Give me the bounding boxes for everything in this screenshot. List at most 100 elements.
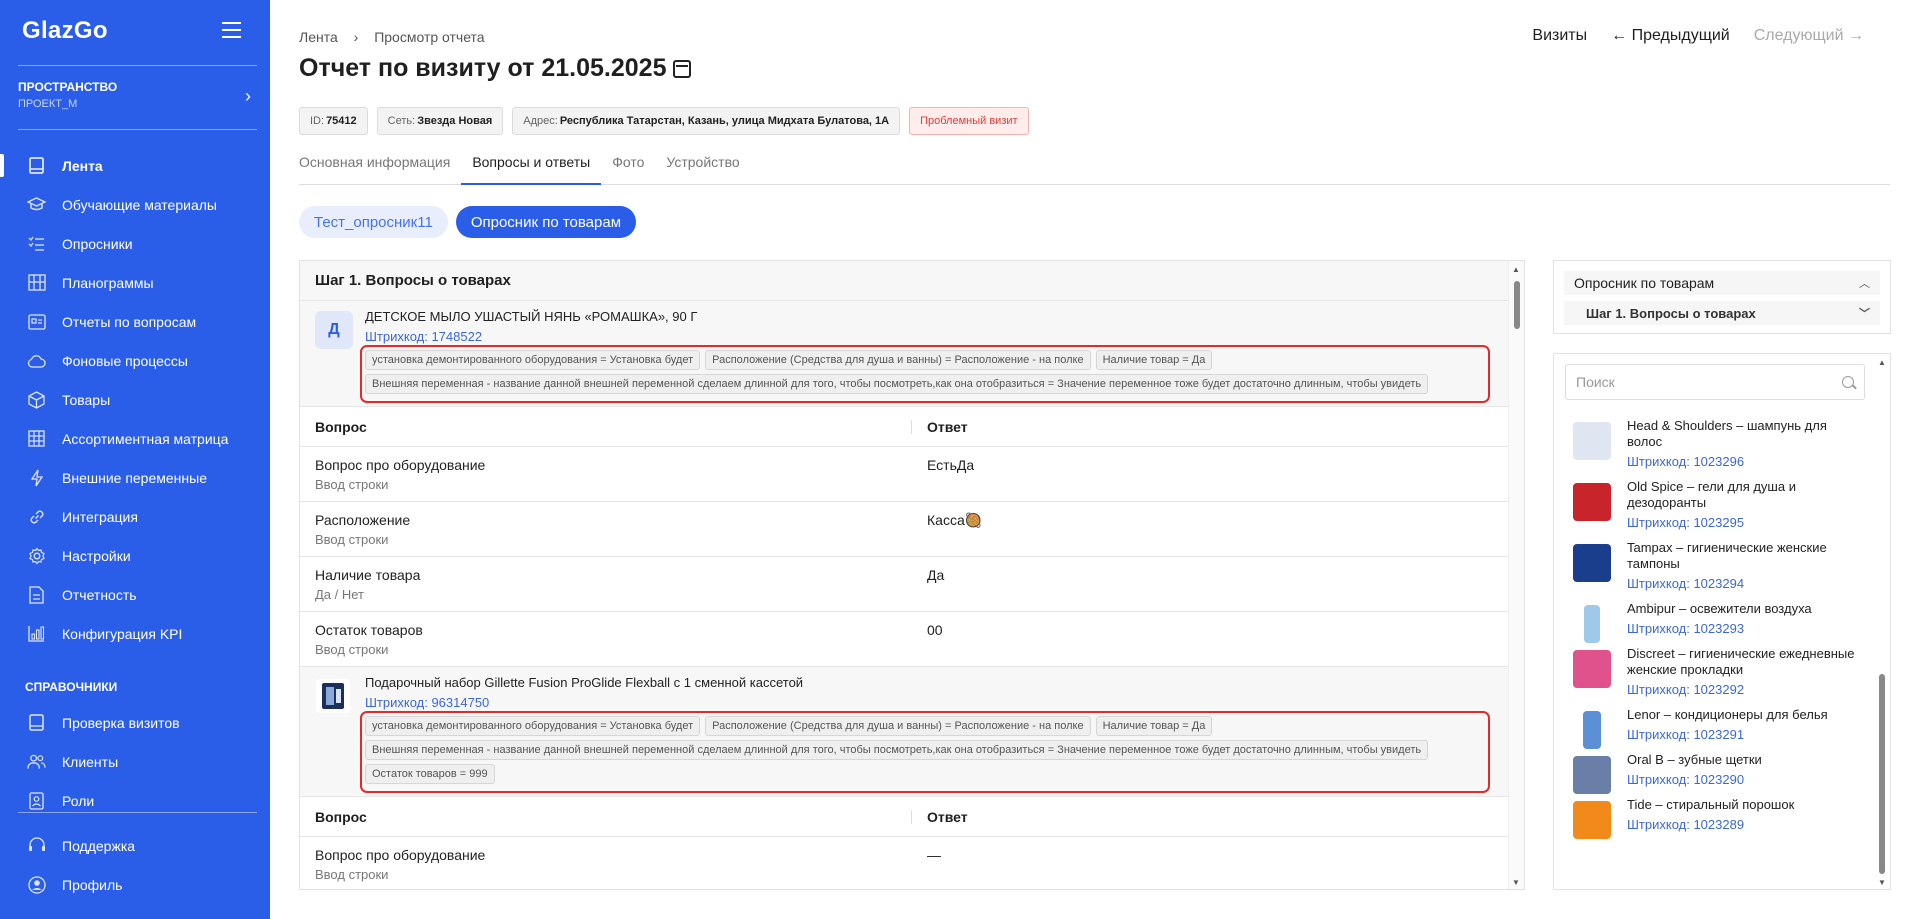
- scroll-up-icon[interactable]: ▲: [1878, 358, 1886, 367]
- list-item[interactable]: Ambipur – освежители воздуха Штрихкод: 1…: [1554, 601, 1874, 643]
- panel-scrollbar[interactable]: ▲ ▼: [1508, 261, 1524, 889]
- attribute-chip: Наличие товар = Да: [1095, 716, 1213, 736]
- sidebar-item-external-variables[interactable]: Внешние переменные: [0, 458, 270, 497]
- list-item[interactable]: Tampax – гигиенические женские тампоны Ш…: [1554, 540, 1874, 591]
- step-accordion[interactable]: Шаг 1. Вопросы о товарах ﹀: [1564, 301, 1880, 325]
- tab-main-info[interactable]: Основная информация: [299, 150, 461, 185]
- headset-icon: [27, 836, 46, 855]
- sidebar-item-assortment-matrix[interactable]: Ассортиментная матрица: [0, 419, 270, 458]
- page-title-text: Отчет по визиту от 21.05.2025: [299, 54, 667, 82]
- search-input[interactable]: Поиск: [1565, 364, 1865, 400]
- scroll-down-icon[interactable]: ▼: [1512, 878, 1520, 887]
- attribute-chip: Расположение (Средства для душа и ванны)…: [705, 716, 1091, 736]
- list-item[interactable]: Oral B – зубные щетки Штрихкод: 1023290: [1554, 752, 1874, 794]
- sidebar-item-profile[interactable]: Профиль: [0, 865, 270, 904]
- product-name: Подарочный набор Gillette Fusion ProGlid…: [365, 675, 804, 690]
- product-name: Tide – стиральный порошок: [1627, 797, 1795, 812]
- survey-outline: Опросник по товарам ︿ Шаг 1. Вопросы о т…: [1553, 260, 1891, 334]
- product-name: Old Spice – гели для душа и дезодоранты: [1627, 479, 1796, 510]
- visits-link[interactable]: Визиты: [1532, 27, 1587, 45]
- survey-chip-test[interactable]: Тест_опросник11: [299, 206, 448, 238]
- menu-icon[interactable]: [222, 22, 241, 38]
- product-name: Discreet – гигиенические ежедневные женс…: [1627, 646, 1855, 677]
- workspace-project: ПРОЕКТ_М: [18, 98, 78, 110]
- tab-questions-answers[interactable]: Вопросы и ответы: [461, 150, 602, 185]
- logo: GlazGo: [22, 17, 108, 44]
- calendar-icon[interactable]: [672, 59, 691, 78]
- search-icon: [1842, 376, 1854, 388]
- sidebar-item-clients[interactable]: Клиенты: [0, 742, 270, 781]
- product-name: Tampax – гигиенические женские тампоны: [1627, 540, 1827, 571]
- list-item[interactable]: Tide – стиральный порошок Штрихкод: 1023…: [1554, 797, 1874, 839]
- next-button[interactable]: Следующий →: [1754, 27, 1864, 45]
- sidebar-item-support[interactable]: Поддержка: [0, 826, 270, 865]
- sidebar-item-label: Профиль: [62, 876, 123, 893]
- accordion-step-title: Шаг 1. Вопросы о товарах: [1586, 305, 1756, 321]
- product-thumbnail: [1573, 801, 1611, 839]
- tab-device[interactable]: Устройство: [655, 150, 750, 185]
- scrollbar-thumb[interactable]: [1879, 674, 1885, 874]
- survey-accordion[interactable]: Опросник по товарам ︿: [1564, 271, 1880, 295]
- scroll-up-icon[interactable]: ▲: [1512, 265, 1520, 274]
- sidebar-item-label: Товары: [62, 391, 111, 408]
- divider: [18, 65, 257, 66]
- sidebar-item-reporting[interactable]: Отчетность: [0, 575, 270, 614]
- table-header: Вопрос Ответ: [300, 407, 1510, 447]
- survey-chip-products[interactable]: Опросник по товарам: [455, 206, 637, 238]
- list-item[interactable]: Head & Shoulders – шампунь для волос Штр…: [1554, 418, 1874, 469]
- product-thumbnail: [1573, 483, 1611, 521]
- box-icon: [27, 390, 46, 409]
- link-icon: [27, 507, 46, 526]
- product-thumbnail: [1584, 605, 1600, 643]
- table-row: Расположение Ввод строки Касса🥘: [300, 502, 1510, 557]
- workspace-selector[interactable]: ПРОСТРАНСТВО ПРОЕКТ_М ›: [18, 80, 257, 114]
- product-name: Oral B – зубные щетки: [1627, 752, 1762, 767]
- chevron-down-icon: ﹀: [1859, 308, 1870, 320]
- list-item[interactable]: Lenor – кондиционеры для белья Штрихкод:…: [1554, 707, 1874, 749]
- address-tag: Адрес: Республика Татарстан, Казань, улиц…: [512, 107, 901, 135]
- id-value: 75412: [326, 115, 357, 127]
- sidebar-item-background-processes[interactable]: Фоновые процессы: [0, 341, 270, 380]
- list-item[interactable]: Discreet – гигиенические ежедневные женс…: [1554, 646, 1874, 697]
- product-thumbnail: [1573, 544, 1611, 582]
- product-card: Д ДЕТСКОЕ МЫЛО УШАСТЫЙ НЯНЬ «РОМАШКА», 9…: [300, 301, 1510, 407]
- sidebar-item-training[interactable]: Обучающие материалы: [0, 185, 270, 224]
- sidebar-item-integration[interactable]: Интеграция: [0, 497, 270, 536]
- sidebar-item-label: Обучающие материалы: [62, 196, 217, 213]
- list-scrollbar[interactable]: ▲ ▼: [1874, 354, 1890, 889]
- sidebar-item-feed[interactable]: Лента: [0, 146, 270, 185]
- sidebar-item-roles[interactable]: Роли: [0, 781, 270, 820]
- bottom-nav: Поддержка Профиль: [0, 826, 270, 904]
- table-row: Остаток товаров Ввод строки 00: [300, 612, 1510, 667]
- product-barcode: Штрихкод: 1023290: [1627, 772, 1745, 787]
- attribute-chip: Внешняя переменная - название данной вне…: [365, 740, 1429, 760]
- sidebar-item-surveys[interactable]: Опросники: [0, 224, 270, 263]
- sidebar-item-question-reports[interactable]: Отчеты по вопросам: [0, 302, 270, 341]
- sidebar-item-products[interactable]: Товары: [0, 380, 270, 419]
- search-placeholder: Поиск: [1576, 374, 1615, 390]
- table-row: Наличие товара Да / Нет Да: [300, 557, 1510, 612]
- graduation-cap-icon: [27, 195, 46, 214]
- document-icon: [27, 585, 46, 604]
- sidebar-item-visit-check[interactable]: Проверка визитов: [0, 703, 270, 742]
- chevron-right-icon: ›: [353, 29, 359, 45]
- column-answer: Ответ: [927, 808, 968, 825]
- list-item[interactable]: Old Spice – гели для душа и дезодоранты …: [1554, 479, 1874, 530]
- scrollbar-thumb[interactable]: [1514, 281, 1520, 329]
- question-type: Ввод строки: [315, 642, 389, 657]
- sidebar-item-label: Отчеты по вопросам: [62, 313, 197, 330]
- scroll-down-icon[interactable]: ▼: [1878, 878, 1886, 887]
- product-attributes: установка демонтированного оборудования …: [360, 711, 1490, 793]
- bar-chart-icon: [27, 624, 46, 643]
- product-name: ДЕТСКОЕ МЫЛО УШАСТЫЙ НЯНЬ «РОМАШКА», 90 …: [365, 309, 698, 324]
- chevron-right-icon: ›: [245, 86, 251, 106]
- table-row: Вопрос про оборудование Ввод строки ЕстьД…: [300, 447, 1510, 502]
- product-barcode: Штрихкод: 1023293: [1627, 621, 1745, 636]
- sidebar-item-settings[interactable]: Настройки: [0, 536, 270, 575]
- sidebar-item-kpi-config[interactable]: Конфигурация KPI: [0, 614, 270, 653]
- sidebar-item-planograms[interactable]: Планограммы: [0, 263, 270, 302]
- breadcrumb-link-feed[interactable]: Лента: [299, 29, 338, 45]
- previous-button[interactable]: ← Предыдущий: [1611, 27, 1730, 45]
- chain-value: Звезда Новая: [417, 115, 493, 127]
- tab-photo[interactable]: Фото: [601, 150, 655, 185]
